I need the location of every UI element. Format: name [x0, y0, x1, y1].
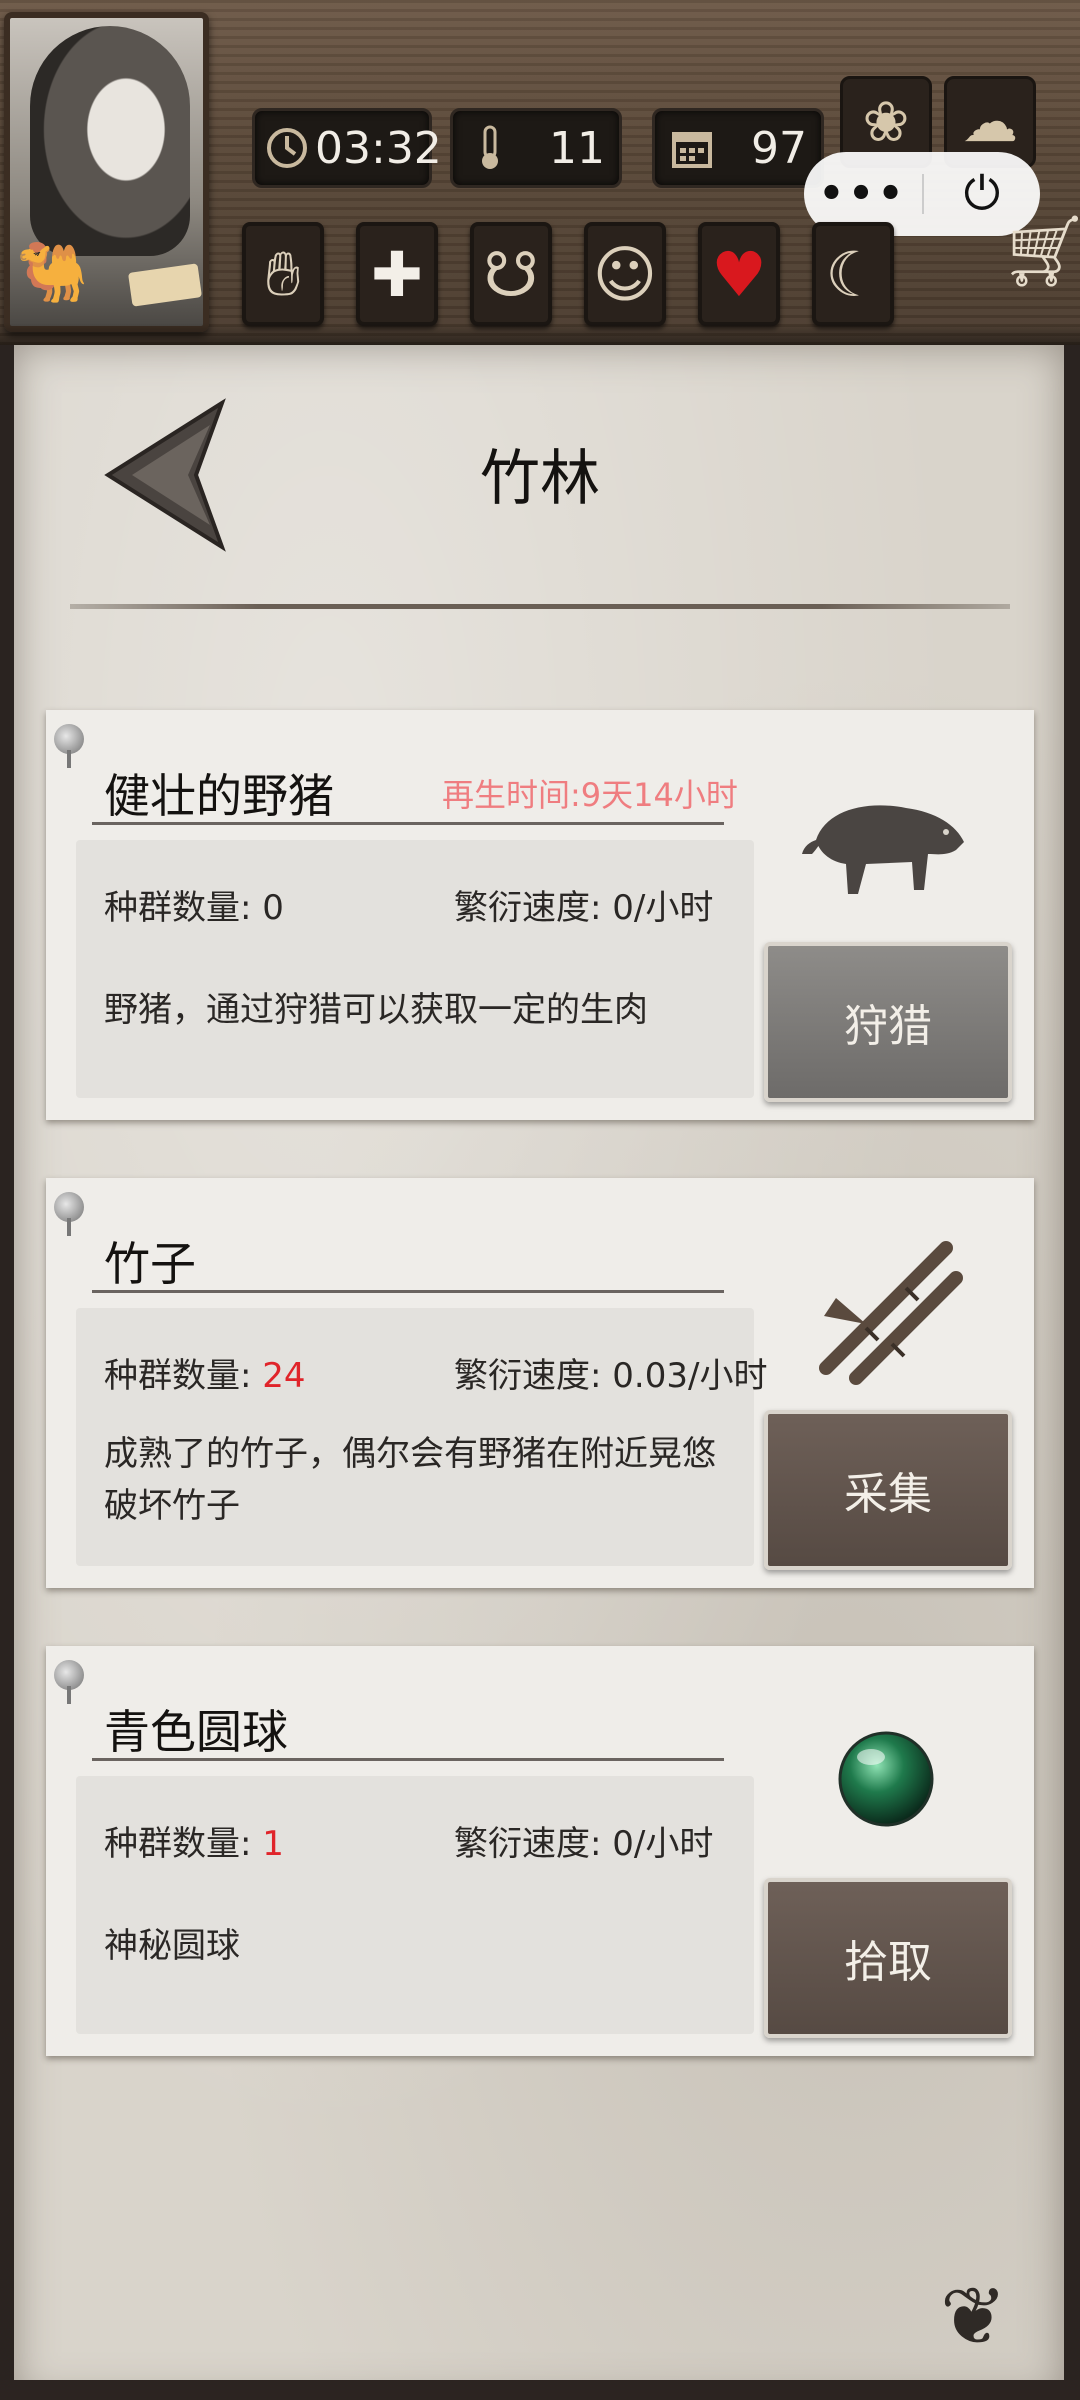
stomach-icon: ☋	[483, 237, 539, 311]
more-menu-button[interactable]: •••	[804, 171, 922, 217]
gather-button[interactable]: 采集	[764, 1410, 1012, 1570]
temperature-display: 11	[450, 108, 622, 188]
pin-icon	[54, 724, 84, 768]
clock-icon	[265, 121, 309, 175]
character-portrait[interactable]: 🐫	[4, 12, 209, 332]
page-title: 竹林	[480, 444, 600, 514]
rate-label: 繁衍速度:	[454, 1824, 602, 1864]
shop-cart-icon[interactable]: 🛒︎	[1000, 210, 1080, 293]
top-hud: 🐫 03:32 11 97 ❀ ☁ ••• ⏻ 🛒︎ ✋︎ ✚ ☋ ☺︎ ♥ ☾	[0, 0, 1080, 345]
attribute-mind-button[interactable]: ☺︎	[584, 222, 666, 326]
title-divider	[70, 604, 1010, 609]
pin-icon	[54, 1660, 84, 1704]
rate-value: 0.03/小时	[612, 1356, 768, 1396]
time-value: 03:32	[315, 122, 442, 174]
resource-description: 成熟了的竹子，偶尔会有野猪在附近晃悠破坏竹子	[104, 1434, 716, 1526]
day-display: 97	[652, 108, 824, 188]
pin-icon	[54, 1192, 84, 1236]
clock-display: 03:32	[252, 108, 442, 188]
brain-icon: ☺︎	[592, 237, 658, 311]
population-label: 种群数量:	[104, 1824, 252, 1864]
rate-value: 0/小时	[612, 888, 714, 928]
resource-name: 竹子	[104, 1237, 196, 1291]
hunt-button[interactable]: 狩猎	[764, 942, 1012, 1102]
attribute-night-button[interactable]: ☾	[812, 222, 894, 326]
cloud-icon: ☁	[962, 89, 1018, 155]
thermometer-icon	[463, 121, 517, 175]
name-underline	[92, 822, 724, 825]
resource-card-orb: 青色圆球 种群数量: 1 繁衍速度: 0/小时 神秘圆球 拾取	[46, 1646, 1034, 2056]
scroll-icon	[127, 263, 203, 307]
rate-label: 繁衍速度:	[454, 888, 602, 928]
population-stat: 种群数量: 24	[104, 1348, 306, 1397]
info-box	[76, 1776, 754, 2034]
population-value: 0	[262, 888, 284, 928]
orb-icon	[786, 1696, 986, 1856]
bottom-edge	[0, 2380, 1080, 2400]
attribute-stomach-button[interactable]: ☋	[470, 222, 552, 326]
resource-description: 神秘圆球	[104, 1926, 240, 1966]
attribute-health-button[interactable]: ✚	[356, 222, 438, 326]
camel-icon: 🐫	[16, 238, 89, 306]
population-stat: 种群数量: 0	[104, 880, 284, 929]
population-label: 种群数量:	[104, 1356, 252, 1396]
name-underline	[92, 1758, 724, 1761]
temperature-value: 11	[549, 122, 605, 174]
rate-label: 繁衍速度:	[454, 1356, 602, 1396]
moon-icon: ☾	[825, 237, 881, 311]
pickup-button[interactable]: 拾取	[764, 1878, 1012, 2038]
rate-value: 0/小时	[612, 1824, 714, 1864]
population-value: 1	[262, 1824, 284, 1864]
info-box	[76, 840, 754, 1098]
population-label: 种群数量:	[104, 888, 252, 928]
attribute-heart-button[interactable]: ♥	[698, 222, 780, 326]
character-avatar	[30, 26, 190, 256]
hand-icon: ✋︎	[265, 237, 301, 310]
sunflower-icon: ❀	[862, 89, 910, 155]
breed-rate-stat: 繁衍速度: 0.03/小时	[454, 1348, 767, 1397]
resource-name: 健壮的野猪	[104, 769, 334, 823]
regen-time: 再生时间:9天14小时	[442, 776, 738, 814]
name-underline	[92, 1290, 724, 1293]
calendar-icon	[665, 121, 719, 175]
population-value: 24	[262, 1356, 306, 1396]
day-value: 97	[751, 122, 807, 174]
bamboo-icon	[786, 1228, 986, 1388]
breed-rate-stat: 繁衍速度: 0/小时	[454, 1816, 713, 1865]
heart-icon: ♥	[711, 237, 767, 311]
resource-card-boar: 健壮的野猪 再生时间:9天14小时 种群数量: 0 繁衍速度: 0/小时 野猪，…	[46, 710, 1034, 1120]
boar-icon	[786, 760, 986, 920]
population-stat: 种群数量: 1	[104, 1816, 284, 1865]
breed-rate-stat: 繁衍速度: 0/小时	[454, 880, 713, 929]
resource-card-bamboo: 竹子 种群数量: 24 繁衍速度: 0.03/小时 成熟了的竹子，偶尔会有野猪在…	[46, 1178, 1034, 1588]
resource-description: 野猪，通过狩猎可以获取一定的生肉	[104, 990, 648, 1030]
attribute-hand-button[interactable]: ✋︎	[242, 222, 324, 326]
resource-name: 青色圆球	[104, 1705, 288, 1759]
cross-icon: ✚	[371, 237, 423, 311]
twig-decoration: ❦	[940, 2270, 1008, 2363]
